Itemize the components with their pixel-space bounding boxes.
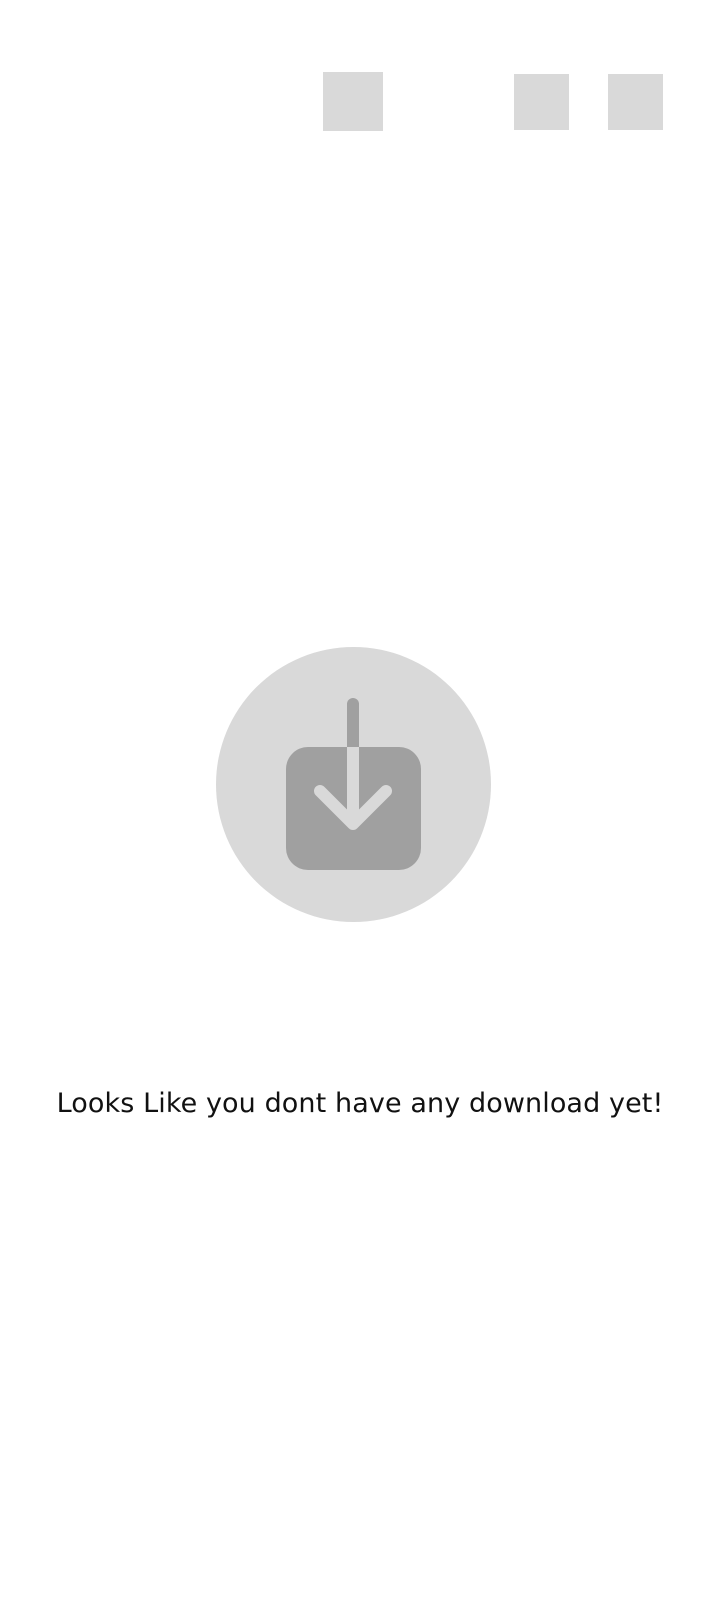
downloads-screen: Looks Like you dont have any download ye… <box>0 0 720 1600</box>
empty-state-message: Looks Like you dont have any download ye… <box>56 1088 664 1119</box>
image-placeholder-icon[interactable] <box>608 74 663 130</box>
image-placeholder-icon[interactable] <box>323 72 383 131</box>
image-placeholder-icon[interactable] <box>514 74 569 130</box>
download-icon <box>216 647 491 922</box>
